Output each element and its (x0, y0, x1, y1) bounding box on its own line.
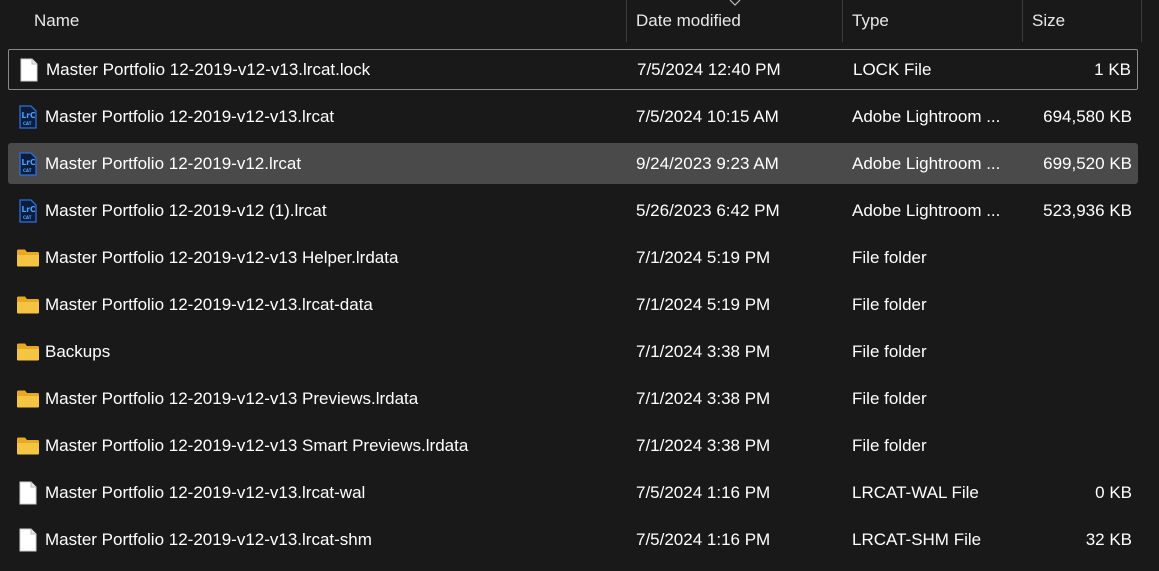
file-date-modified: 9/24/2023 9:23 AM (636, 153, 779, 173)
file-type: File folder (852, 388, 927, 408)
file-explorer-details-view: Name Date modified Type Size Master Port… (0, 0, 1159, 571)
file-size: 523,936 KB (1043, 200, 1132, 220)
lightroom-catalog-icon: LrC CAT (16, 190, 40, 231)
file-row[interactable]: Master Portfolio 12-2019-v12-v13 Smart P… (8, 425, 1138, 466)
file-date-modified: 7/5/2024 12:40 PM (637, 59, 781, 79)
file-row[interactable]: LrC CAT Master Portfolio 12-2019-v12.lrcat… (8, 143, 1138, 184)
file-date-modified: 5/26/2023 6:42 PM (636, 200, 780, 220)
file-type: Adobe Lightroom ... (852, 106, 1001, 126)
file-name: Master Portfolio 12-2019-v12-v13 Smart P… (45, 435, 469, 455)
file-name: Master Portfolio 12-2019-v12.lrcat (45, 153, 302, 173)
folder-icon (16, 237, 40, 278)
file-type: File folder (852, 435, 927, 455)
file-type: LOCK File (853, 59, 932, 79)
svg-text:CAT: CAT (23, 168, 32, 173)
column-header-size[interactable]: Size (1032, 0, 1065, 42)
file-type: File folder (852, 341, 927, 361)
file-date-modified: 7/1/2024 5:19 PM (636, 294, 771, 314)
file-date-modified: 7/5/2024 1:16 PM (636, 529, 771, 549)
file-row[interactable]: Master Portfolio 12-2019-v12-v13.lrcat-d… (8, 284, 1138, 325)
file-size: 1 KB (1094, 59, 1131, 79)
column-header-date-label: Date modified (636, 11, 741, 30)
folder-icon (16, 378, 40, 419)
file-name: Master Portfolio 12-2019-v12 (1).lrcat (45, 200, 327, 220)
file-type: File folder (852, 294, 927, 314)
column-divider[interactable] (1022, 0, 1023, 42)
file-row[interactable]: Backups 7/1/2024 3:38 PM File folder (8, 331, 1138, 372)
file-date-modified: 7/1/2024 3:38 PM (636, 341, 771, 361)
file-name: Master Portfolio 12-2019-v12-v13.lrcat (45, 106, 335, 126)
column-header-type-label: Type (852, 11, 889, 30)
file-name: Master Portfolio 12-2019-v12-v13 Helper.… (45, 247, 399, 267)
file-date-modified: 7/1/2024 5:19 PM (636, 247, 771, 267)
file-name: Master Portfolio 12-2019-v12-v13.lrcat-w… (45, 482, 366, 502)
file-row[interactable]: Master Portfolio 12-2019-v12-v13 Helper.… (8, 237, 1138, 278)
svg-text:CAT: CAT (23, 215, 32, 220)
file-name: Master Portfolio 12-2019-v12-v13.lrcat-d… (45, 294, 373, 314)
file-name: Master Portfolio 12-2019-v12-v13 Preview… (45, 388, 419, 408)
file-name: Master Portfolio 12-2019-v12-v13.lrcat-s… (45, 529, 372, 549)
file-type: Adobe Lightroom ... (852, 200, 1001, 220)
file-row[interactable]: LrC CAT Master Portfolio 12-2019-v12-v13.l… (8, 96, 1138, 137)
file-row[interactable]: Master Portfolio 12-2019-v12-v13.lrcat-w… (8, 472, 1138, 513)
column-header-name-label: Name (34, 11, 80, 30)
file-date-modified: 7/5/2024 1:16 PM (636, 482, 771, 502)
sort-descending-icon (729, 0, 741, 6)
file-size: 0 KB (1095, 482, 1132, 502)
file-date-modified: 7/1/2024 3:38 PM (636, 388, 771, 408)
document-icon (16, 519, 40, 560)
file-row[interactable]: Master Portfolio 12-2019-v12-v13 Preview… (8, 378, 1138, 419)
file-name: Backups (45, 341, 111, 361)
column-header-date-modified[interactable]: Date modified (636, 0, 741, 42)
file-type: File folder (852, 247, 927, 267)
column-divider[interactable] (626, 0, 627, 42)
column-header-name[interactable]: Name (34, 0, 79, 42)
file-row[interactable]: Master Portfolio 12-2019-v12-v13.lrcat-s… (8, 519, 1138, 560)
column-header-size-label: Size (1032, 11, 1066, 30)
svg-text:LrC: LrC (22, 205, 36, 214)
folder-icon (16, 425, 40, 466)
document-icon (17, 50, 41, 89)
svg-text:LrC: LrC (22, 158, 36, 167)
folder-icon (16, 331, 40, 372)
file-size: 699,520 KB (1043, 153, 1132, 173)
file-type: Adobe Lightroom ... (852, 153, 1001, 173)
file-size: 32 KB (1085, 529, 1132, 549)
file-row[interactable]: LrC CAT Master Portfolio 12-2019-v12 (1).l… (8, 190, 1138, 231)
column-divider[interactable] (1141, 0, 1142, 42)
column-divider[interactable] (842, 0, 843, 42)
lightroom-catalog-icon: LrC CAT (16, 143, 40, 184)
svg-text:CAT: CAT (23, 121, 32, 126)
file-date-modified: 7/5/2024 10:15 AM (636, 106, 779, 126)
file-date-modified: 7/1/2024 3:38 PM (636, 435, 771, 455)
lightroom-catalog-icon: LrC CAT (16, 96, 40, 137)
column-header-bar: Name Date modified Type Size (0, 0, 1159, 42)
file-type: LRCAT-WAL File (852, 482, 979, 502)
folder-icon (16, 284, 40, 325)
column-header-type[interactable]: Type (852, 0, 889, 42)
file-name: Master Portfolio 12-2019-v12-v13.lrcat.l… (46, 59, 371, 79)
svg-text:LrC: LrC (22, 111, 36, 120)
file-row[interactable]: Master Portfolio 12-2019-v12-v13.lrcat.l… (8, 49, 1138, 90)
file-list: Master Portfolio 12-2019-v12-v13.lrcat.l… (8, 49, 1138, 566)
file-size: 694,580 KB (1043, 106, 1132, 126)
document-icon (16, 472, 40, 513)
file-type: LRCAT-SHM File (852, 529, 982, 549)
